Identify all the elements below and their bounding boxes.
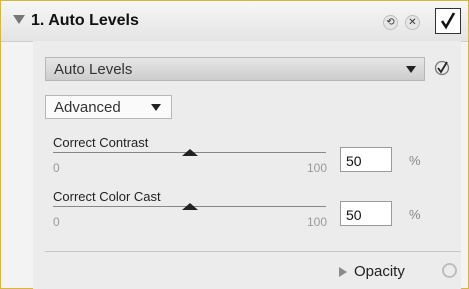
slider-min: 0: [53, 215, 60, 229]
method-dropdown-label: Auto Levels: [54, 61, 133, 78]
slider-max: 100: [307, 215, 328, 229]
slider-thumb[interactable]: [182, 203, 198, 210]
method-enable-icon[interactable]: [433, 59, 451, 77]
slider-label: Correct Contrast: [53, 135, 149, 150]
mode-dropdown[interactable]: Advanced: [45, 95, 172, 119]
opacity-label[interactable]: Opacity: [354, 263, 405, 280]
chevron-down-icon: [151, 104, 161, 111]
slider-value-input[interactable]: 50: [340, 201, 392, 226]
slider-thumb[interactable]: [182, 149, 198, 156]
filter-panel: 1. Auto Levels ⟲ ✕ Auto Levels Advanced …: [0, 0, 469, 289]
chevron-down-icon: [406, 66, 416, 73]
panel-title: 1. Auto Levels: [31, 12, 139, 29]
undo-icon[interactable]: ⟲: [383, 15, 398, 30]
slider-max: 100: [307, 161, 328, 175]
slider-min: 0: [53, 161, 60, 175]
method-dropdown[interactable]: Auto Levels: [45, 57, 425, 81]
close-icon[interactable]: ✕: [405, 15, 420, 30]
opacity-toggle[interactable]: [442, 263, 457, 278]
collapse-triangle-icon[interactable]: [13, 15, 25, 24]
mode-dropdown-label: Advanced: [54, 99, 121, 116]
panel-header: 1. Auto Levels ⟲ ✕: [1, 1, 468, 42]
slider-label: Correct Color Cast: [53, 189, 161, 204]
divider: [45, 251, 461, 252]
slider-unit: %: [409, 153, 421, 168]
check-icon: [440, 12, 456, 30]
slider-unit: %: [409, 207, 421, 222]
slider-value-input[interactable]: 50: [340, 147, 392, 172]
expand-triangle-icon[interactable]: [339, 267, 347, 277]
enable-checkbox[interactable]: [435, 8, 461, 34]
